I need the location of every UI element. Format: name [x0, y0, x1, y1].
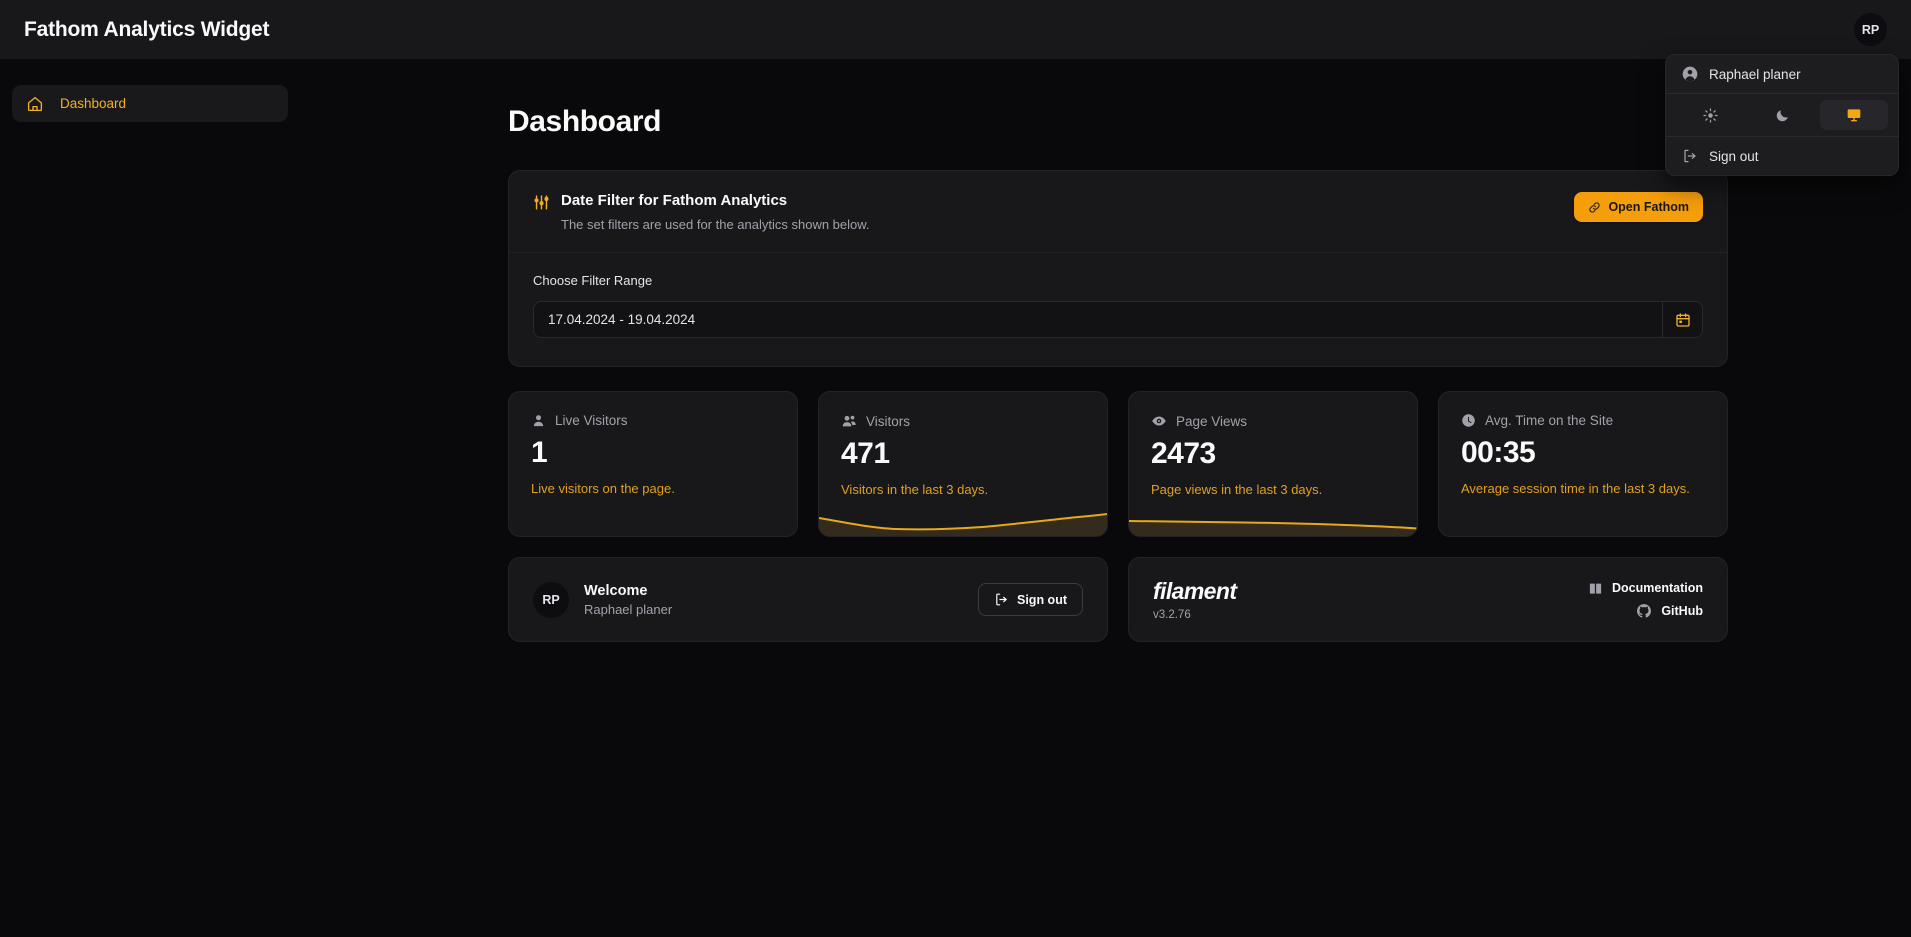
book-icon: [1588, 581, 1603, 596]
date-filter-heading-text: Date Filter for Fathom Analytics The set…: [561, 192, 870, 232]
theme-system-button[interactable]: [1820, 100, 1888, 130]
open-fathom-button[interactable]: Open Fathom: [1574, 192, 1703, 222]
stat-header: Visitors: [841, 413, 1085, 429]
main-content: Dashboard Date Filter for Fathom Analyti…: [300, 59, 1911, 937]
stat-header: Live Visitors: [531, 413, 775, 428]
welcome-signout-button[interactable]: Sign out: [978, 583, 1083, 616]
sun-icon: [1702, 107, 1718, 123]
logout-icon: [994, 592, 1009, 607]
user-icon: [531, 413, 546, 428]
filament-card: filament v3.2.76 Documentation GitHub: [1128, 557, 1728, 642]
stat-sparkline-chart: [1129, 490, 1417, 536]
github-label: GitHub: [1661, 603, 1703, 618]
stat-value: 2473: [1151, 437, 1216, 470]
date-filter-card: Date Filter for Fathom Analytics The set…: [508, 170, 1728, 367]
welcome-avatar-initials: RP: [542, 592, 560, 607]
stat-label: Live Visitors: [555, 413, 628, 428]
stats-row: Live Visitors 1 Live visitors on the pag…: [508, 391, 1728, 537]
date-filter-subtitle: The set filters are used for the analyti…: [561, 217, 870, 232]
clock-icon: [1461, 413, 1476, 428]
filament-logo: filament: [1153, 578, 1237, 604]
app-title: Fathom Analytics Widget: [24, 17, 270, 41]
menu-item-account[interactable]: Raphael planer: [1666, 55, 1898, 93]
documentation-label: Documentation: [1612, 581, 1703, 595]
eye-icon: [1151, 413, 1167, 429]
stat-card-page-views: Page Views 2473 Page views in the last 3…: [1128, 391, 1418, 537]
stat-sparkline-chart: [819, 490, 1107, 536]
bottom-row: RP Welcome Raphael planer Sign out filam…: [508, 557, 1728, 642]
link-icon: [1588, 201, 1601, 214]
filament-version: v3.2.76: [1153, 609, 1191, 621]
user-avatar-button[interactable]: RP: [1854, 13, 1887, 46]
welcome-signout-label: Sign out: [1017, 592, 1067, 607]
stat-card-avg-time: Avg. Time on the Site 00:35 Average sess…: [1438, 391, 1728, 537]
avatar-initials: RP: [1861, 22, 1880, 37]
stat-header: Avg. Time on the Site: [1461, 413, 1705, 428]
date-filter-title: Date Filter for Fathom Analytics: [561, 192, 788, 209]
sidebar-item-label: Dashboard: [60, 96, 127, 111]
monitor-icon: [1846, 107, 1862, 123]
menu-item-signout[interactable]: Sign out: [1666, 137, 1898, 175]
top-bar: Fathom Analytics Widget RP: [0, 0, 1911, 59]
theme-switcher: [1666, 94, 1898, 136]
theme-light-button[interactable]: [1676, 100, 1744, 130]
stat-card-visitors: Visitors 471 Visitors in the last 3 days…: [818, 391, 1108, 537]
users-icon: [841, 413, 857, 429]
user-dropdown-menu: Raphael planer Sign out: [1665, 54, 1899, 176]
filter-range-input-group[interactable]: 17.04.2024 - 19.04.2024: [533, 301, 1703, 338]
stat-value: 471: [841, 437, 890, 470]
open-fathom-label: Open Fathom: [1608, 200, 1689, 214]
documentation-link[interactable]: Documentation: [1588, 581, 1703, 596]
stat-card-live-visitors: Live Visitors 1 Live visitors on the pag…: [508, 391, 798, 537]
welcome-text: Welcome Raphael planer: [584, 583, 672, 617]
filter-range-input[interactable]: 17.04.2024 - 19.04.2024: [534, 302, 1662, 337]
avatar: RP: [533, 581, 569, 618]
filament-links: Documentation GitHub: [1588, 581, 1703, 619]
date-filter-body: Choose Filter Range 17.04.2024 - 19.04.2…: [509, 253, 1727, 366]
stat-value: 1: [531, 436, 548, 469]
menu-signout-label: Sign out: [1709, 148, 1759, 164]
home-icon: [26, 95, 44, 113]
filter-range-label: Choose Filter Range: [533, 273, 653, 288]
sidebar-item-dashboard[interactable]: Dashboard: [12, 85, 288, 122]
welcome-title: Welcome: [584, 582, 648, 599]
date-filter-actions: Open Fathom: [1574, 192, 1703, 222]
stat-value: 00:35: [1461, 436, 1536, 469]
stat-label: Avg. Time on the Site: [1485, 413, 1614, 428]
logout-icon: [1682, 148, 1698, 164]
stat-description: Average session time in the last 3 days.: [1461, 481, 1690, 496]
adjustments-icon: [533, 194, 550, 211]
date-filter-header: Date Filter for Fathom Analytics The set…: [509, 171, 1727, 252]
stat-label: Visitors: [866, 413, 911, 429]
github-icon: [1636, 603, 1652, 619]
filament-brand: filament v3.2.76: [1153, 578, 1237, 621]
theme-dark-button[interactable]: [1748, 100, 1816, 130]
stat-header: Page Views: [1151, 413, 1395, 429]
sidebar: Dashboard: [0, 59, 300, 937]
welcome-subtitle: Raphael planer: [584, 601, 673, 617]
github-link[interactable]: GitHub: [1636, 603, 1703, 619]
menu-account-label: Raphael planer: [1709, 66, 1801, 82]
stat-description: Live visitors on the page.: [531, 481, 675, 496]
welcome-card: RP Welcome Raphael planer Sign out: [508, 557, 1108, 642]
content-wrapper: Date Filter for Fathom Analytics The set…: [508, 170, 1728, 642]
user-circle-icon: [1682, 66, 1698, 82]
stat-label: Page Views: [1176, 413, 1248, 429]
moon-icon: [1775, 108, 1790, 123]
calendar-icon: [1675, 312, 1691, 328]
calendar-picker-button[interactable]: [1662, 302, 1702, 337]
